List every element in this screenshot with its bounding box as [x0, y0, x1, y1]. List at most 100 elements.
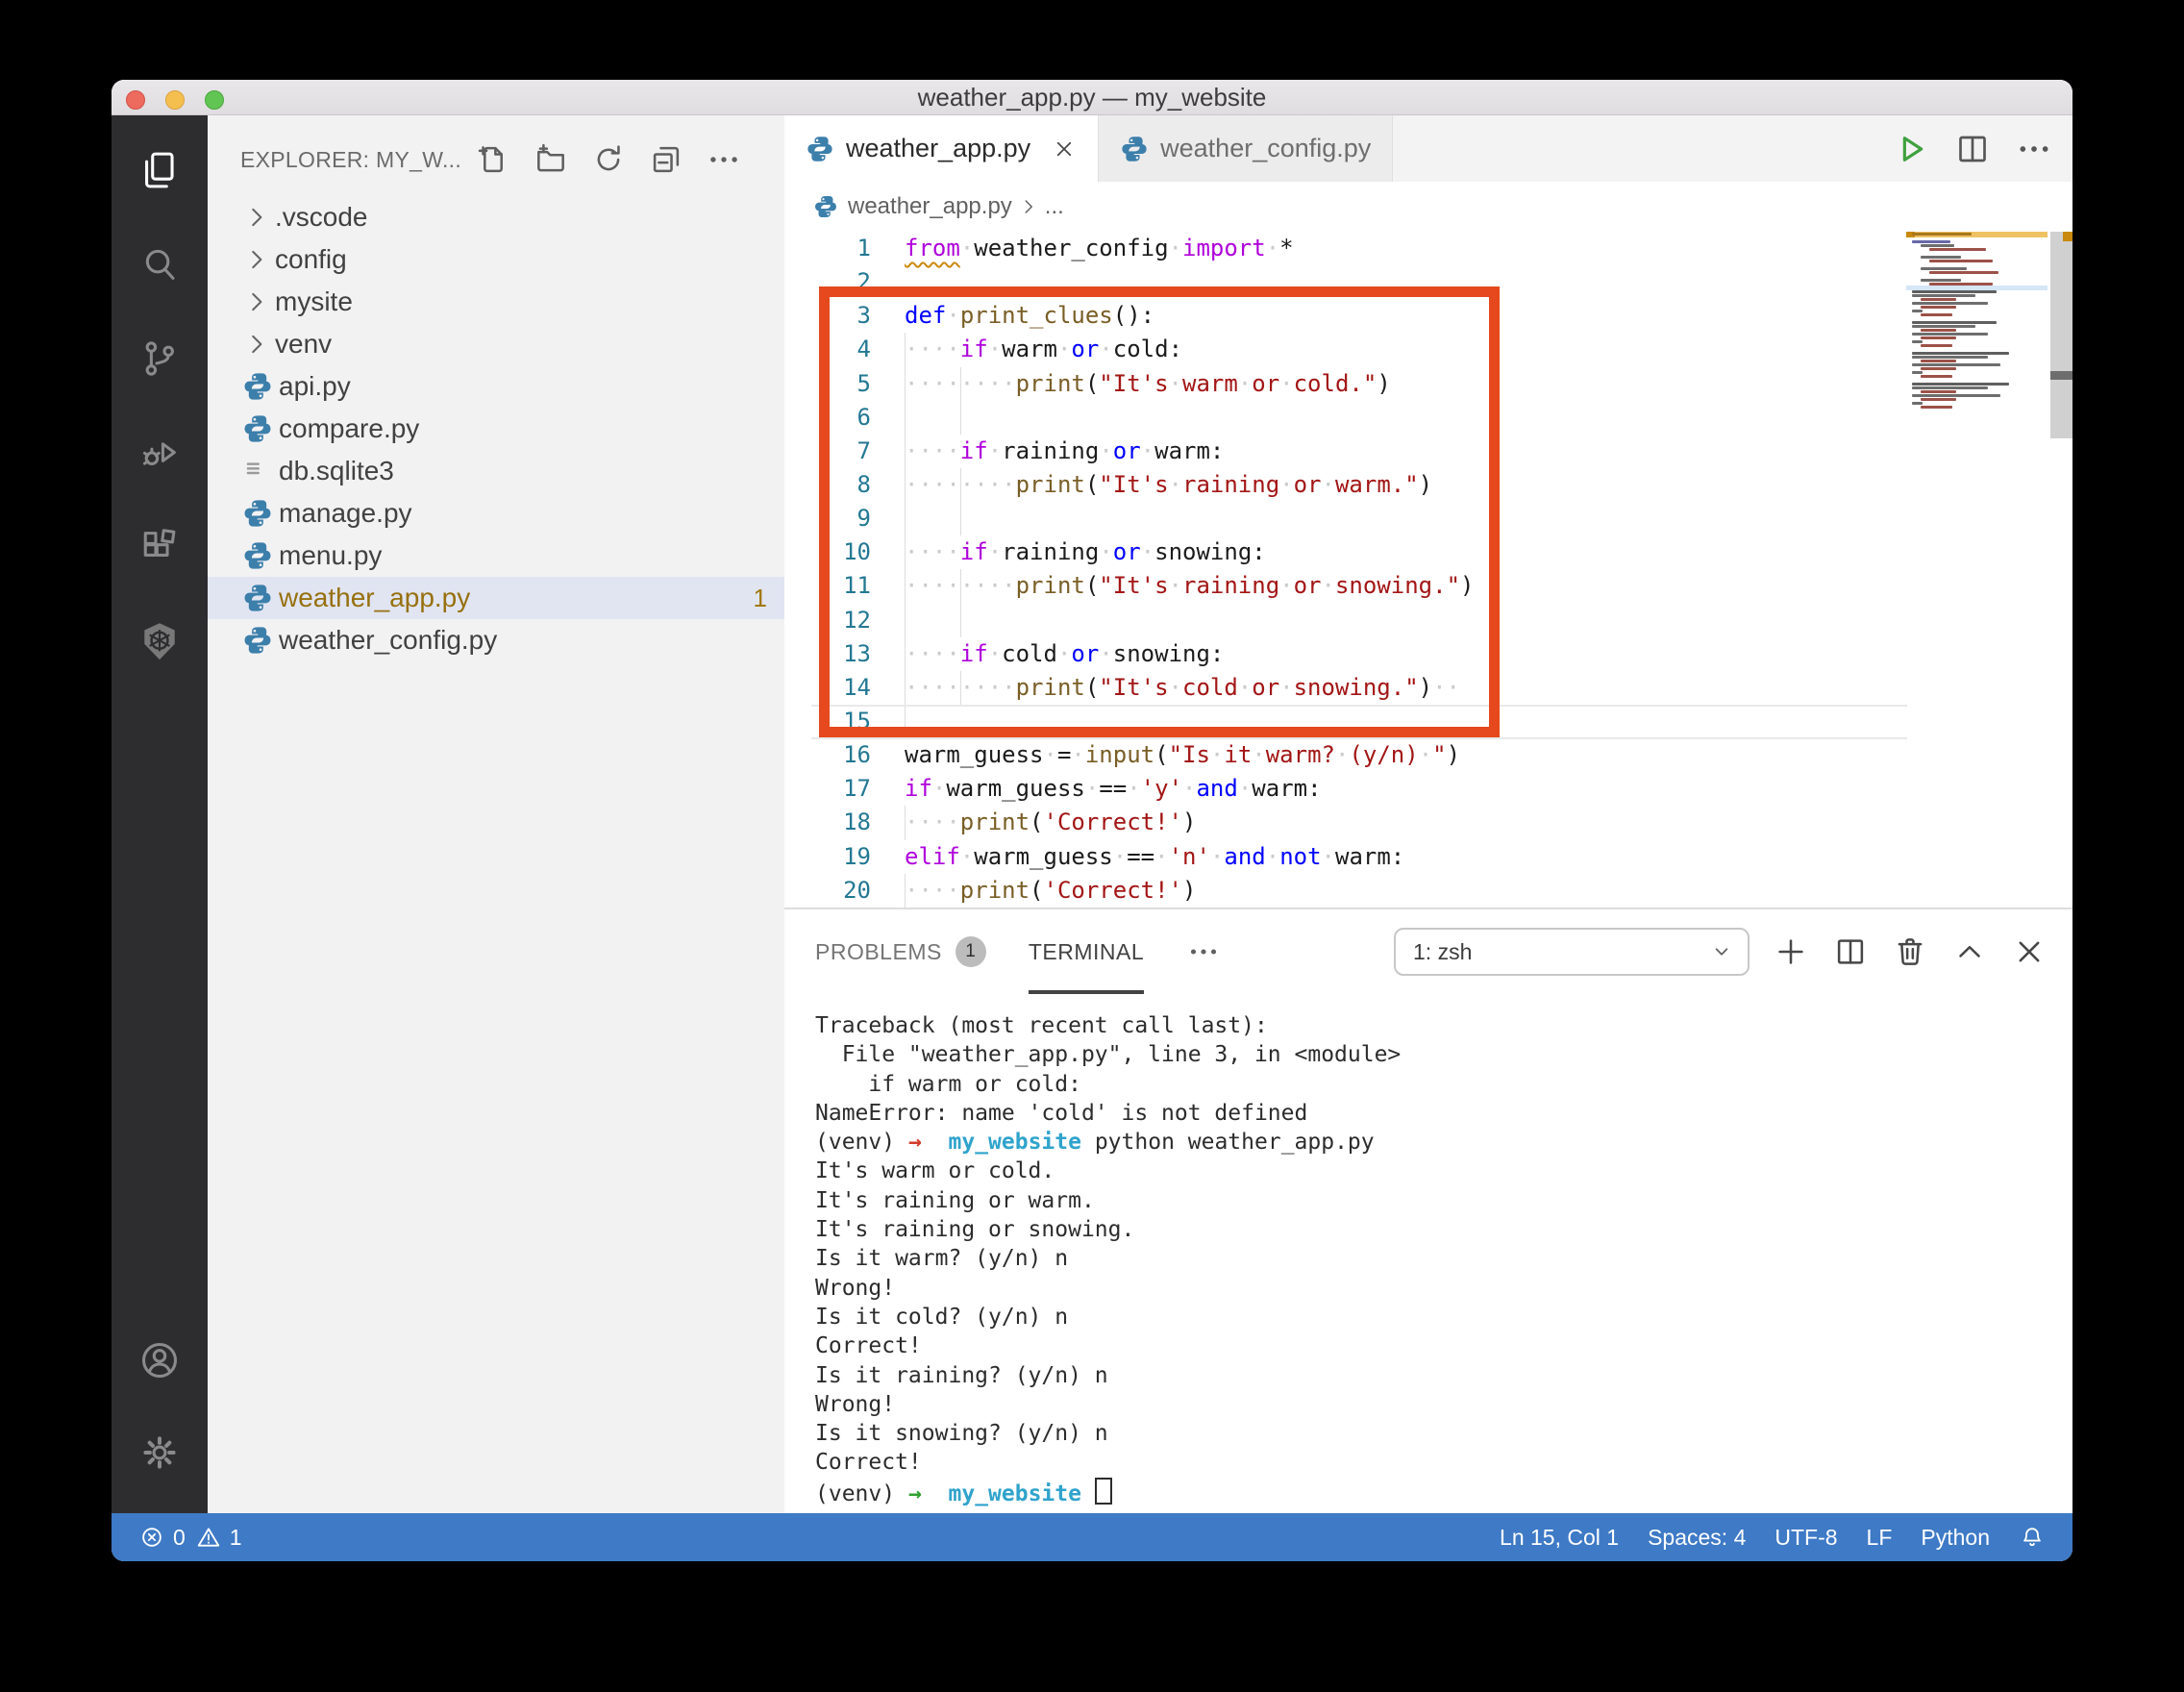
- tree-item-compare-py[interactable]: compare.py: [208, 408, 784, 450]
- prompt-directory: my_website: [949, 1130, 1081, 1155]
- minimap-line: [1921, 329, 1956, 332]
- code-line-6[interactable]: 6: [784, 401, 2072, 435]
- minimap[interactable]: [1906, 232, 2048, 908]
- code-line-13[interactable]: 13····if·cold·or·snowing:: [784, 637, 2072, 671]
- editor-scrollbar[interactable]: [2050, 232, 2072, 908]
- tree-item-api-py[interactable]: api.py: [208, 365, 784, 408]
- vscode-window: weather_app.py — my_website EXPLORER: MY…: [112, 80, 2072, 1561]
- editor-tab-weather_app-py[interactable]: weather_app.py: [784, 115, 1099, 182]
- tree-item-manage-py[interactable]: manage.py: [208, 492, 784, 535]
- kill-terminal-button[interactable]: [1892, 933, 1928, 970]
- minimap-line: [1912, 333, 1988, 336]
- activity-item-run-debug[interactable]: [137, 431, 182, 475]
- activity-item-search[interactable]: [137, 242, 182, 286]
- activity-item-kubernetes[interactable]: [137, 619, 182, 663]
- tree-item--vscode[interactable]: .vscode: [208, 196, 784, 238]
- code-line-10[interactable]: 10····if·raining·or·snowing:: [784, 535, 2072, 569]
- tree-item-venv[interactable]: venv: [208, 323, 784, 365]
- tree-item-mysite[interactable]: mysite: [208, 281, 784, 323]
- close-tab-icon[interactable]: [1052, 137, 1077, 162]
- split-editor-button[interactable]: [1953, 130, 1992, 168]
- code-line-19[interactable]: 19elif·warm_guess·==·'n'·and·not·warm:: [784, 840, 2072, 874]
- whitespace-dots: ·: [1141, 538, 1154, 565]
- line-number: 16: [784, 738, 871, 772]
- code-token: weather_config: [974, 235, 1168, 261]
- close-panel-button[interactable]: [2011, 933, 2048, 970]
- code-line-8[interactable]: 8········print("It's·raining·or·warm."): [784, 468, 2072, 502]
- status-eol[interactable]: LF: [1867, 1525, 1893, 1551]
- activity-item-source-control[interactable]: [137, 336, 182, 381]
- code-line-12[interactable]: 12: [784, 604, 2072, 637]
- code-line-9[interactable]: 9: [784, 502, 2072, 535]
- tree-item-config[interactable]: config: [208, 238, 784, 281]
- activity-item-explorer[interactable]: [137, 148, 182, 192]
- status-errors[interactable]: 0: [138, 1524, 186, 1551]
- minimize-window-button[interactable]: [165, 90, 185, 110]
- code-line-20[interactable]: 20····print('Correct!'): [784, 874, 2072, 908]
- status-warnings[interactable]: 1: [195, 1524, 242, 1551]
- zoom-window-button[interactable]: [205, 90, 224, 110]
- status-language-mode[interactable]: Python: [1921, 1525, 1990, 1551]
- tree-item-weather_app-py[interactable]: weather_app.py1: [208, 577, 784, 619]
- terminal-line: Is it raining? (y/n) n: [815, 1361, 2072, 1390]
- new-terminal-button[interactable]: [1773, 933, 1809, 970]
- panel-tab-terminal[interactable]: TERMINAL: [1029, 909, 1144, 994]
- editor[interactable]: 1from·weather_config·import·*23def·print…: [784, 232, 2072, 908]
- minimap-line: [1921, 306, 1956, 309]
- split-terminal-button[interactable]: [1832, 933, 1869, 970]
- new-folder-button[interactable]: [533, 141, 569, 178]
- scrollbar-thumb[interactable]: [2050, 232, 2072, 438]
- terminal-output[interactable]: Traceback (most recent call last): File …: [784, 994, 2072, 1513]
- panel-header: PROBLEMS 1 TERMINAL 1: zsh: [784, 909, 2072, 994]
- code-line-1[interactable]: 1from·weather_config·import·*: [784, 232, 2072, 265]
- tree-item-db-sqlite3[interactable]: db.sqlite3: [208, 450, 784, 492]
- titlebar[interactable]: weather_app.py — my_website: [112, 80, 2072, 115]
- code-line-3[interactable]: 3def·print_clues():: [784, 299, 2072, 333]
- activity-item-extensions[interactable]: [137, 525, 182, 569]
- shell-selector[interactable]: 1: zsh: [1394, 928, 1750, 976]
- terminal-line: Wrong!: [815, 1390, 2072, 1419]
- activity-item-settings[interactable]: [137, 1431, 182, 1475]
- close-window-button[interactable]: [126, 90, 145, 110]
- code-line-5[interactable]: 5········print("It's·warm·or·cold."): [784, 367, 2072, 401]
- code-line-11[interactable]: 11········print("It's·raining·or·snowing…: [784, 569, 2072, 603]
- collapse-all-button[interactable]: [648, 141, 684, 178]
- more-editor-actions-button[interactable]: [2015, 130, 2053, 168]
- editor-tab-weather_config-py[interactable]: weather_config.py: [1099, 115, 1393, 182]
- tree-item-menu-py[interactable]: menu.py: [208, 535, 784, 577]
- breadcrumb[interactable]: weather_app.py ...: [784, 182, 2072, 232]
- panel-tab-problems[interactable]: PROBLEMS 1: [815, 909, 986, 994]
- code-line-7[interactable]: 7····if·raining·or·warm:: [784, 435, 2072, 468]
- code-line-18[interactable]: 18····print('Correct!'): [784, 806, 2072, 839]
- code-token: if: [905, 775, 932, 802]
- maximize-panel-button[interactable]: [1951, 933, 1988, 970]
- status-text: Spaces: 4: [1648, 1525, 1746, 1551]
- code-line-14[interactable]: 14········print("It's·cold·or·snowing.")…: [784, 671, 2072, 705]
- code-line-2[interactable]: 2: [784, 265, 2072, 299]
- more-actions-button[interactable]: [706, 141, 742, 178]
- breadcrumb-file[interactable]: weather_app.py: [848, 193, 1012, 220]
- bottom-panel: PROBLEMS 1 TERMINAL 1: zsh: [784, 908, 2072, 1513]
- breadcrumb-more[interactable]: ...: [1045, 193, 1064, 220]
- tree-item-weather_config-py[interactable]: weather_config.py: [208, 619, 784, 661]
- status-cursor-position[interactable]: Ln 15, Col 1: [1500, 1525, 1619, 1551]
- chevron-right-icon: [242, 245, 271, 274]
- status-encoding[interactable]: UTF-8: [1774, 1525, 1837, 1551]
- whitespace-dots: ·: [1252, 741, 1265, 768]
- refresh-button[interactable]: [590, 141, 627, 178]
- line-number: 2: [784, 265, 871, 299]
- status-notifications[interactable]: [2019, 1524, 2046, 1551]
- run-file-button[interactable]: [1892, 130, 1930, 168]
- code-line-4[interactable]: 4····if·warm·or·cold:: [784, 333, 2072, 366]
- code-token: cold: [1182, 674, 1238, 701]
- code-line-15[interactable]: 15: [784, 705, 2072, 738]
- code-token: or: [1113, 437, 1141, 464]
- whitespace-dots: ····: [905, 538, 960, 565]
- code-line-17[interactable]: 17if·warm_guess·==·'y'·and·warm:: [784, 772, 2072, 806]
- code-line-16[interactable]: 16warm_guess·=·input("Is·it·warm?·(y/n)·…: [784, 738, 2072, 772]
- status-indentation[interactable]: Spaces: 4: [1648, 1525, 1746, 1551]
- new-file-button[interactable]: [475, 141, 511, 178]
- activity-item-account[interactable]: [137, 1338, 182, 1382]
- indent-guide: [960, 569, 961, 603]
- panel-more-tabs-icon[interactable]: [1186, 934, 1221, 969]
